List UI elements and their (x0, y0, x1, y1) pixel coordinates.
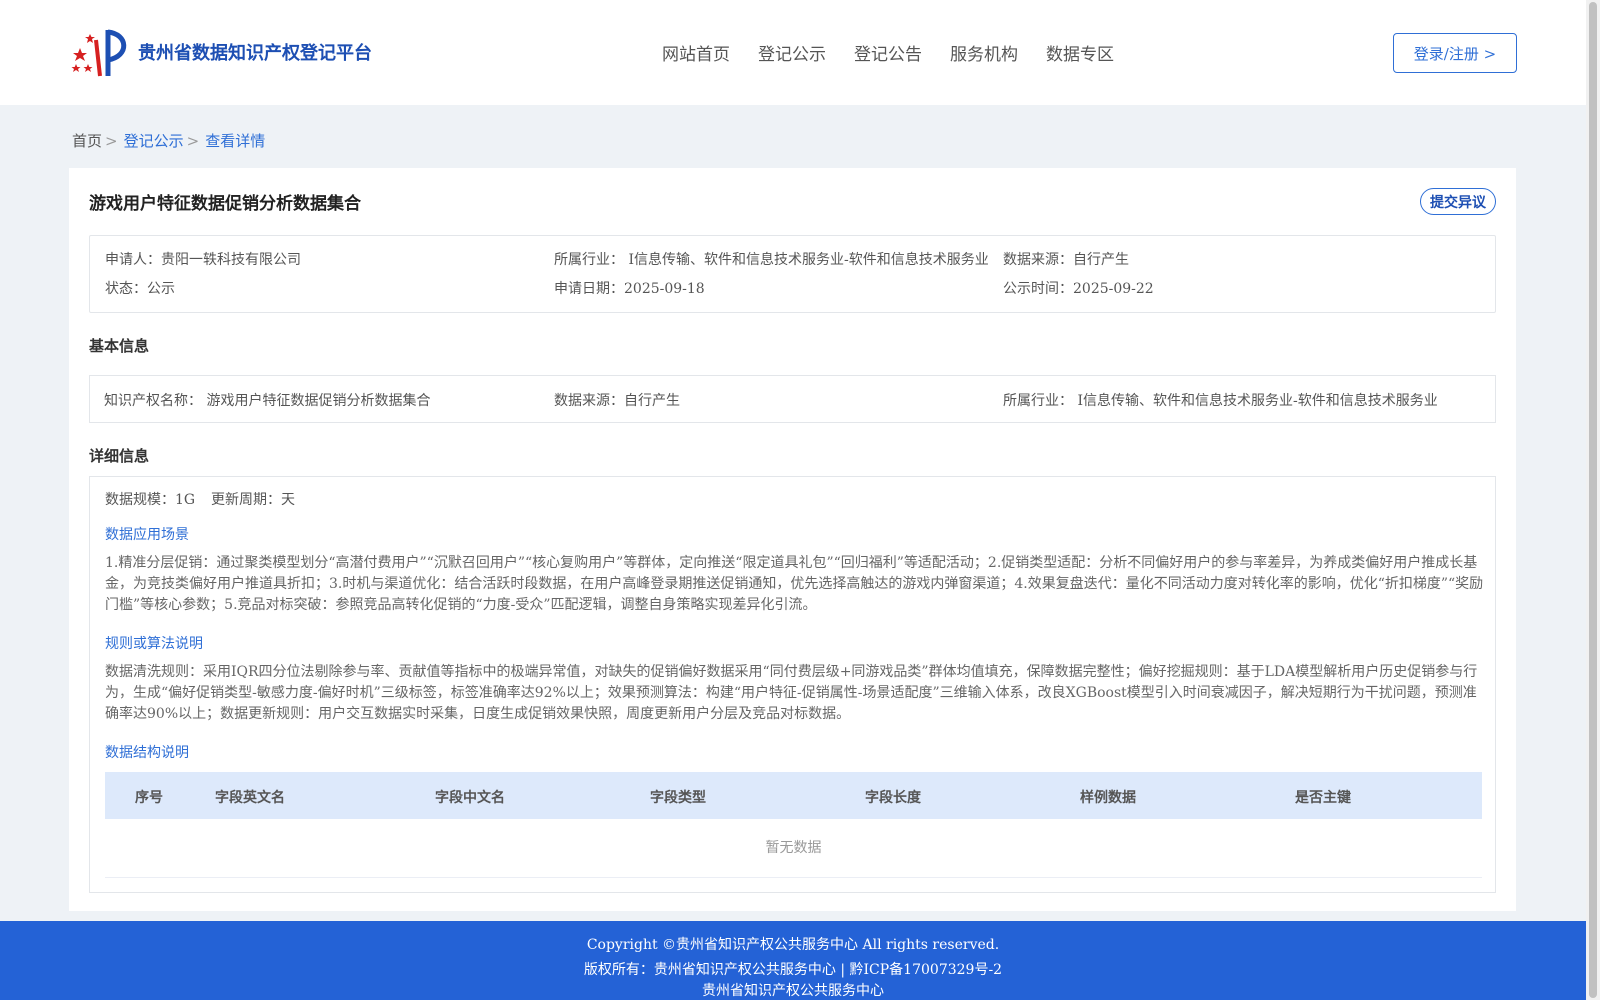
structure-heading: 数据结构说明 (105, 745, 189, 761)
login-register-button[interactable]: 登录/注册 > (1393, 33, 1517, 73)
rules-text: 数据清洗规则：采用IQR四分位法剔除参与率、贡献值等指标中的极端异常值，对缺失的… (105, 664, 1478, 722)
table-header: 序号 字段英文名 字段中文名 字段类型 字段长度 样例数据 是否主键 (105, 772, 1482, 819)
page-title: 游戏用户特征数据促销分析数据集合 (89, 194, 361, 214)
meta-box: 申请人：贵阳一轶科技有限公司 所属行业： I信息传输、软件和信息技术服务业-软件… (89, 235, 1496, 313)
site-logo[interactable]: 贵州省数据知识产权登记平台 (70, 26, 372, 78)
footer-icp: 版权所有：贵州省知识产权公共服务中心 | 黔ICP备17007329号-2 (583, 962, 1003, 978)
nav-registration-publicity[interactable]: 登记公示 (758, 40, 826, 65)
data-scale: 数据规模：1G (105, 492, 196, 508)
detail-info-box: 数据规模：1G 更新周期：天 数据应用场景 1.精准分层促销：通过聚类模型划分“… (89, 476, 1496, 893)
emblem-icon (71, 29, 127, 77)
col-sample: 样例数据 (1080, 790, 1136, 806)
scenario-heading: 数据应用场景 (105, 527, 189, 543)
applicant: 申请人：贵阳一轶科技有限公司 (105, 252, 301, 268)
apply-date: 申请日期：2025-09-18 (554, 281, 705, 297)
breadcrumb-current: 查看详情 (205, 132, 266, 150)
main-nav: 网站首页 登记公示 登记公告 服务机构 数据专区 (662, 40, 1114, 65)
basic-info-box: 知识产权名称： 游戏用户特征数据促销分析数据集合 数据来源：自行产生 所属行业：… (89, 375, 1496, 423)
col-primary-key: 是否主键 (1295, 790, 1351, 806)
update-cycle: 更新周期：天 (211, 492, 295, 508)
ip-name: 知识产权名称： 游戏用户特征数据促销分析数据集合 (104, 393, 431, 409)
site-header: 贵州省数据知识产权登记平台 网站首页 登记公示 登记公告 服务机构 数据专区 登… (0, 0, 1586, 105)
site-name: 贵州省数据知识产权登记平台 (138, 43, 372, 64)
col-type: 字段类型 (650, 790, 706, 806)
col-english-name: 字段英文名 (215, 790, 285, 806)
footer-org: 贵州省知识产权公共服务中心 (702, 983, 884, 999)
detail-info-heading: 详细信息 (89, 447, 150, 465)
basic-data-source: 数据来源：自行产生 (554, 393, 680, 409)
nav-home[interactable]: 网站首页 (662, 40, 730, 65)
scenario-text: 1.精准分层促销：通过聚类模型划分“高潜付费用户”“沉默召回用户”“核心复购用户… (105, 555, 1484, 613)
page-scrollbar[interactable] (1586, 0, 1600, 1000)
breadcrumb-separator: > (105, 132, 118, 150)
empty-state: 暂无数据 (765, 840, 822, 856)
publish-date: 公示时间：2025-09-22 (1003, 281, 1154, 297)
col-length: 字段长度 (865, 790, 921, 806)
data-source: 数据来源：自行产生 (1003, 252, 1129, 268)
col-index: 序号 (135, 790, 163, 806)
breadcrumb-home[interactable]: 首页 (72, 132, 102, 150)
basic-industry: 所属行业： I信息传输、软件和信息技术服务业-软件和信息技术服务业 (1003, 393, 1438, 409)
nav-registration-announcement[interactable]: 登记公告 (854, 40, 922, 65)
industry: 所属行业： I信息传输、软件和信息技术服务业-软件和信息技术服务业 (554, 252, 989, 268)
site-footer: Copyright ©贵州省知识产权公共服务中心 All rights rese… (0, 921, 1586, 1000)
nav-data-zone[interactable]: 数据专区 (1046, 40, 1114, 65)
table-divider (105, 877, 1482, 878)
status: 状态：公示 (105, 281, 175, 297)
nav-service-agencies[interactable]: 服务机构 (950, 40, 1018, 65)
scrollbar-thumb[interactable] (1589, 2, 1597, 998)
basic-info-heading: 基本信息 (89, 337, 150, 355)
breadcrumb: 首页 > 登记公示 > 查看详情 (72, 130, 265, 151)
detail-card: 游戏用户特征数据促销分析数据集合 提交异议 申请人：贵阳一轶科技有限公司 所属行… (69, 168, 1516, 911)
breadcrumb-list[interactable]: 登记公示 (124, 132, 184, 150)
submit-objection-button[interactable]: 提交异议 (1420, 188, 1496, 215)
breadcrumb-separator: > (186, 132, 200, 150)
rules-heading: 规则或算法说明 (105, 636, 203, 652)
col-chinese-name: 字段中文名 (435, 790, 505, 806)
footer-copyright: Copyright ©贵州省知识产权公共服务中心 All rights rese… (586, 937, 1000, 953)
